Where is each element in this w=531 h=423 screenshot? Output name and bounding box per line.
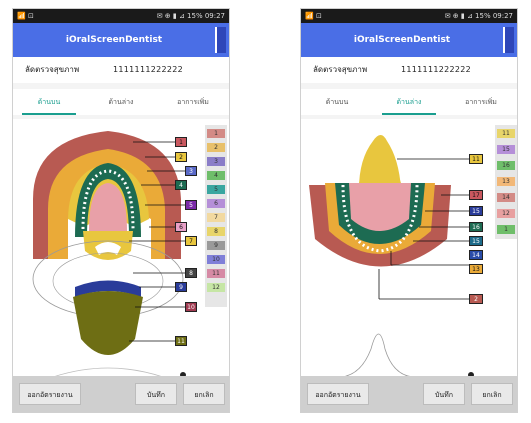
status-bar: 📶 ⊡ ✉ ⊕ ▮ ⊿ 15% 09:27 [301,9,517,23]
status-left: 📶 ⊡ [17,12,34,20]
status-right: ✉ ⊕ ▮ ⊿ 15% 09:27 [156,12,225,20]
app-title: iOralScreenDentist [353,35,451,45]
lower-jaw-diagram [309,135,474,377]
phone-screen-lower: 📶 ⊡ ✉ ⊕ ▮ ⊿ 15% 09:27 iOralScreenDentist… [300,8,518,413]
tongue-base [73,291,143,355]
app-bar: iOralScreenDentist [13,23,229,57]
phone-screen-upper: 📶 ⊡ ✉ ⊕ ▮ ⊿ 15% 09:27 iOralScreenDentist… [12,8,230,413]
callout-5: 5 [185,200,197,210]
callout-11: 11 [175,336,187,346]
legend-item[interactable]: 6 [207,199,225,208]
legend-item[interactable]: 12 [207,283,225,292]
tab-extra[interactable]: อาการเพิ่ม [157,89,229,115]
patient-id-label: ลัดตรวจสุขภาพ [313,65,368,74]
legend-item[interactable]: 11 [207,269,225,278]
legend-item[interactable]: 12 [497,209,515,218]
tab-bar: ด้านบน ด้านล่าง อาการเพิ่ม [13,89,229,115]
callout-8: 8 [185,268,197,278]
callout-13: 13 [469,264,483,274]
status-right: ✉ ⊕ ▮ ⊿ 15% 09:27 [444,12,513,20]
callout-2: 2 [175,152,187,162]
chin-outline [340,333,414,377]
callout-6: 6 [175,222,187,232]
legend-item[interactable]: 8 [207,227,225,236]
floor-region [349,183,411,231]
callout-2: 2 [469,294,483,304]
patient-id-value: 1111111222222 [401,65,472,74]
legend-item[interactable]: 9 [207,241,225,250]
tab-upper[interactable]: ด้านบน [301,89,373,115]
patient-id-row: ลัดตรวจสุขภาพ 1111111222222 [13,57,229,83]
tab-lower[interactable]: ด้านล่าง [373,89,445,115]
callout-3: 3 [185,166,197,176]
legend-item[interactable]: 16 [497,161,515,170]
save-button[interactable]: บันทึก [135,383,177,405]
app-bar: iOralScreenDentist [301,23,517,57]
legend-item[interactable]: 2 [207,143,225,152]
callout-9: 9 [175,282,187,292]
back-button[interactable]: ออกอัตรายงาน [307,383,369,405]
patient-id-value: 1111111222222 [113,65,184,74]
tab-extra[interactable]: อาการเพิ่ม [445,89,517,115]
menu-icon[interactable] [215,27,226,53]
legend-item[interactable]: 10 [207,255,225,264]
legend-item[interactable]: 13 [497,177,515,186]
callout-17: 17 [469,190,483,200]
status-bar: 📶 ⊡ ✉ ⊕ ▮ ⊿ 15% 09:27 [13,9,229,23]
callout-16: 16 [469,222,483,232]
callout-4: 4 [175,180,187,190]
bottom-action-bar: ออกอัตรายงาน บันทึก ยกเลิก [13,376,229,412]
legend-item[interactable]: 1 [207,129,225,138]
legend-item[interactable]: 4 [207,171,225,180]
tab-upper[interactable]: ด้านบน [13,89,85,115]
callout-15b: 15 [469,236,483,246]
legend-item[interactable]: 5 [207,185,225,194]
menu-icon[interactable] [503,27,514,53]
legend-item[interactable]: 1 [497,225,515,234]
callout-15: 15 [469,206,483,216]
callout-11: 11 [469,154,483,164]
patient-id-row: ลัดตรวจสุขภาพ 1111111222222 [301,57,517,83]
callout-14: 14 [469,250,483,260]
legend-panel: 1 2 3 4 5 6 7 8 9 10 11 12 [205,125,227,307]
legend-item[interactable]: 3 [207,157,225,166]
callout-10: 10 [185,302,197,312]
legend-item[interactable]: 14 [497,193,515,202]
legend-item[interactable]: 11 [497,129,515,138]
callout-7: 7 [185,236,197,246]
cancel-button[interactable]: ยกเลิก [183,383,225,405]
legend-item[interactable]: 7 [207,213,225,222]
bottom-action-bar: ออกอัตรายงาน บันทึก ยกเลิก [301,376,517,412]
patient-id-label: ลัดตรวจสุขภาพ [25,65,80,74]
app-title: iOralScreenDentist [65,35,163,45]
status-left: 📶 ⊡ [305,12,322,20]
upper-jaw-diagram [32,131,186,377]
legend-panel: 11 15 16 13 14 12 1 [495,125,517,239]
diagram-area: 11 17 15 16 15 14 13 2 11 15 16 13 14 12… [301,119,517,377]
tab-bar: ด้านบน ด้านล่าง อาการเพิ่ม [301,89,517,115]
legend-item[interactable]: 15 [497,145,515,154]
back-button[interactable]: ออกอัตรายงาน [19,383,81,405]
diagram-area: 1 2 3 4 5 6 7 8 9 10 11 1 2 3 4 5 6 7 8 … [13,119,229,377]
cancel-button[interactable]: ยกเลิก [471,383,513,405]
save-button[interactable]: บันทึก [423,383,465,405]
tab-lower[interactable]: ด้านล่าง [85,89,157,115]
callout-1: 1 [175,137,187,147]
